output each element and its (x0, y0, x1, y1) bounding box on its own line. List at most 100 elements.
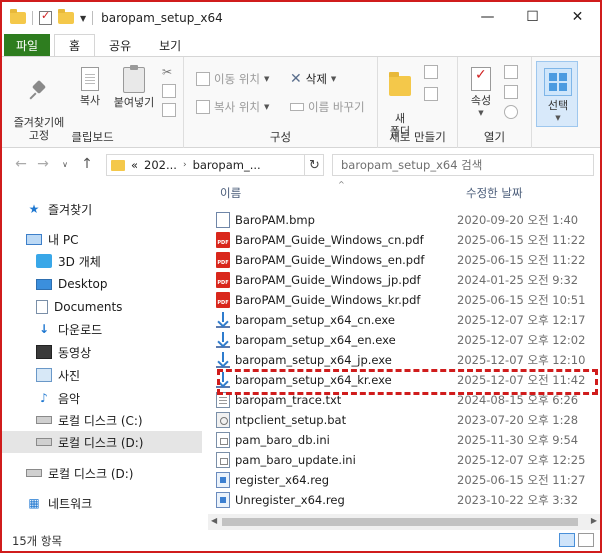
nav-item-local-disk-d[interactable]: 로컬 디스크 (D:) (2, 431, 202, 453)
chevron-down-icon: ▼ (555, 114, 561, 122)
window-title: baropam_setup_x64 (101, 11, 223, 25)
close-button[interactable]: ✕ (555, 2, 600, 32)
copy-to-button[interactable]: 복사 위치 ▼ (196, 99, 269, 115)
properties-quick-icon[interactable] (39, 9, 52, 25)
tab-share[interactable]: 공유 (95, 34, 145, 56)
address-bar[interactable]: « 202... › baropam_... (106, 154, 324, 176)
customize-toolbar-icon[interactable]: ▼ (80, 14, 86, 23)
back-arrow-icon[interactable]: ← (10, 156, 32, 172)
new-item-icon[interactable] (424, 65, 438, 79)
breadcrumb-segment-1[interactable]: 202... (144, 158, 177, 172)
nav-item-network[interactable]: ▦ 네트워크 (2, 492, 202, 514)
up-arrow-icon[interactable]: ↑ (76, 156, 98, 172)
nav-item-pictures[interactable]: 사진 (2, 364, 202, 386)
file-row[interactable]: pam_baro_db.ini 2025-11-30 오후 9:54 (216, 430, 600, 450)
nav-item-label: 즐겨찾기 (48, 202, 93, 217)
scrollbar-thumb[interactable] (222, 518, 578, 526)
maximize-button[interactable]: ☐ (510, 2, 555, 32)
file-row[interactable]: baropam_setup_x64_jp.exe 2025-12-07 오후 12… (216, 350, 600, 370)
select-button[interactable]: 선택 ▼ (536, 61, 578, 127)
nav-item-label: Documents (54, 300, 123, 314)
organize-group: 이동 위치 ▼ ✕ 삭제 ▼ 복사 위치 ▼ 이름 바꾸기 구성 (184, 57, 378, 148)
nav-item-music[interactable]: ♪ 음악 (2, 387, 202, 409)
file-row[interactable]: baropam_setup_x64_kr.exe 2025-12-07 오전 11… (216, 370, 600, 390)
nav-item-label: 사진 (58, 368, 81, 383)
pdf-file-icon: PDF (216, 252, 230, 268)
cut-icon[interactable]: ✂ (162, 65, 176, 79)
file-name: pam_baro_update.ini (235, 453, 356, 467)
file-row[interactable]: pam_baro_update.ini 2025-12-07 오후 12:25 (216, 450, 600, 470)
file-modified-date: 2024-01-25 오전 9:32 (457, 273, 579, 287)
copy-to-label: 복사 위치 (214, 100, 260, 114)
nav-item-desktop[interactable]: Desktop (2, 273, 202, 295)
pdf-file-icon: PDF (216, 292, 230, 308)
file-name: baropam_trace.txt (235, 393, 342, 407)
file-row[interactable]: baropam_setup_x64_cn.exe 2025-12-07 오후 12… (216, 310, 600, 330)
nav-item-label: 다운로드 (58, 322, 103, 337)
drive-icon (36, 416, 52, 424)
nav-item-documents[interactable]: Documents (2, 296, 202, 318)
file-row[interactable]: PDF BaroPAM_Guide_Windows_jp.pdf 2024-01-2… (216, 270, 600, 290)
new-folder-quick-icon[interactable] (58, 9, 74, 24)
file-modified-date: 2025-06-15 오전 11:22 (457, 233, 586, 247)
column-header-modified[interactable]: 수정한 날짜 (466, 180, 523, 206)
copy-button[interactable]: 복사 (74, 67, 106, 107)
file-row[interactable]: ntpclient_setup.bat 2023-07-20 오후 1:28 (216, 410, 600, 430)
nav-item-downloads[interactable]: ↓ 다운로드 (2, 318, 202, 340)
forward-arrow-icon[interactable]: → (32, 156, 54, 172)
tab-file[interactable]: 파일 (4, 34, 50, 56)
file-name: BaroPAM_Guide_Windows_kr.pdf (235, 293, 421, 307)
nav-item-local-disk-c[interactable]: 로컬 디스크 (C:) (2, 409, 202, 431)
divider (32, 11, 33, 25)
move-to-button[interactable]: 이동 위치 ▼ (196, 71, 269, 87)
file-row[interactable]: PDF BaroPAM_Guide_Windows_kr.pdf 2025-06-1… (216, 290, 600, 310)
breadcrumb-separator-icon[interactable]: › (183, 160, 187, 170)
file-row[interactable]: register_x64.reg 2025-06-15 오전 11:27 (216, 470, 600, 490)
search-input[interactable]: baropam_setup_x64 검색 (332, 154, 594, 176)
recent-locations-icon[interactable]: ∨ (54, 160, 76, 169)
properties-button[interactable]: 속성 ▼ (464, 67, 498, 120)
nav-item-this-pc[interactable]: 내 PC (2, 228, 202, 250)
scroll-right-icon[interactable]: ▶ (591, 516, 597, 525)
paste-button[interactable]: 붙여넣기 (110, 65, 158, 109)
file-row[interactable]: baropam_setup_x64_en.exe 2025-12-07 오후 12… (216, 330, 600, 350)
title-bar: ▼ baropam_setup_x64 — ☐ ✕ (2, 2, 600, 34)
history-icon[interactable] (504, 105, 518, 119)
breadcrumb-overflow[interactable]: « (131, 158, 138, 172)
rename-button[interactable]: 이름 바꾸기 (290, 99, 365, 115)
scroll-left-icon[interactable]: ◀ (211, 516, 217, 525)
file-row[interactable]: baropam_trace.txt 2024-08-15 오후 6:26 (216, 390, 600, 410)
column-header-name[interactable]: 이름 (220, 180, 241, 206)
paste-shortcut-icon[interactable] (162, 103, 176, 117)
nav-item-videos[interactable]: 동영상 (2, 341, 202, 363)
easy-access-icon[interactable] (424, 87, 438, 101)
nav-item-quick-access[interactable]: ★ 즐겨찾기 (2, 198, 202, 220)
file-modified-date: 2020-09-20 오전 1:40 (457, 213, 579, 227)
file-row[interactable]: PDF BaroPAM_Guide_Windows_en.pdf 2025-06-1… (216, 250, 600, 270)
select-button-body: 선택 ▼ (541, 68, 575, 125)
file-row[interactable]: BaroPAM.bmp 2020-09-20 오전 1:40 (216, 210, 600, 230)
large-icons-view-icon[interactable] (578, 533, 594, 547)
sort-ascending-icon: ^ (338, 180, 345, 189)
file-row[interactable]: PDF BaroPAM_Guide_Windows_cn.pdf 2025-06-1… (216, 230, 600, 250)
pictures-icon (36, 368, 52, 382)
edit-icon[interactable] (504, 85, 518, 99)
refresh-icon[interactable]: ↻ (304, 154, 324, 176)
horizontal-scrollbar[interactable]: ◀ ▶ (208, 514, 600, 530)
delete-button[interactable]: ✕ 삭제 ▼ (290, 71, 336, 87)
copy-path-icon[interactable] (162, 84, 176, 98)
nav-item-local-disk-d-root[interactable]: 로컬 디스크 (D:) (2, 462, 202, 484)
copy-to-icon (196, 100, 210, 114)
details-view-icon[interactable] (559, 533, 575, 547)
open-icon[interactable] (504, 65, 518, 79)
nav-item-3d-objects[interactable]: 3D 개체 (2, 250, 202, 272)
file-row[interactable]: Unregister_x64.reg 2023-10-22 오후 3:32 (216, 490, 600, 510)
pdf-file-icon: PDF (216, 272, 230, 288)
tab-view[interactable]: 보기 (145, 34, 195, 56)
open-group: 속성 ▼ 열기 (458, 57, 532, 148)
breadcrumb-segment-2[interactable]: baropam_... (193, 158, 261, 172)
minimize-button[interactable]: — (465, 2, 510, 32)
tab-home[interactable]: 홈 (54, 34, 96, 56)
new-folder-button[interactable]: 새 폴더 (384, 63, 416, 138)
window-controls: — ☐ ✕ (465, 2, 600, 32)
